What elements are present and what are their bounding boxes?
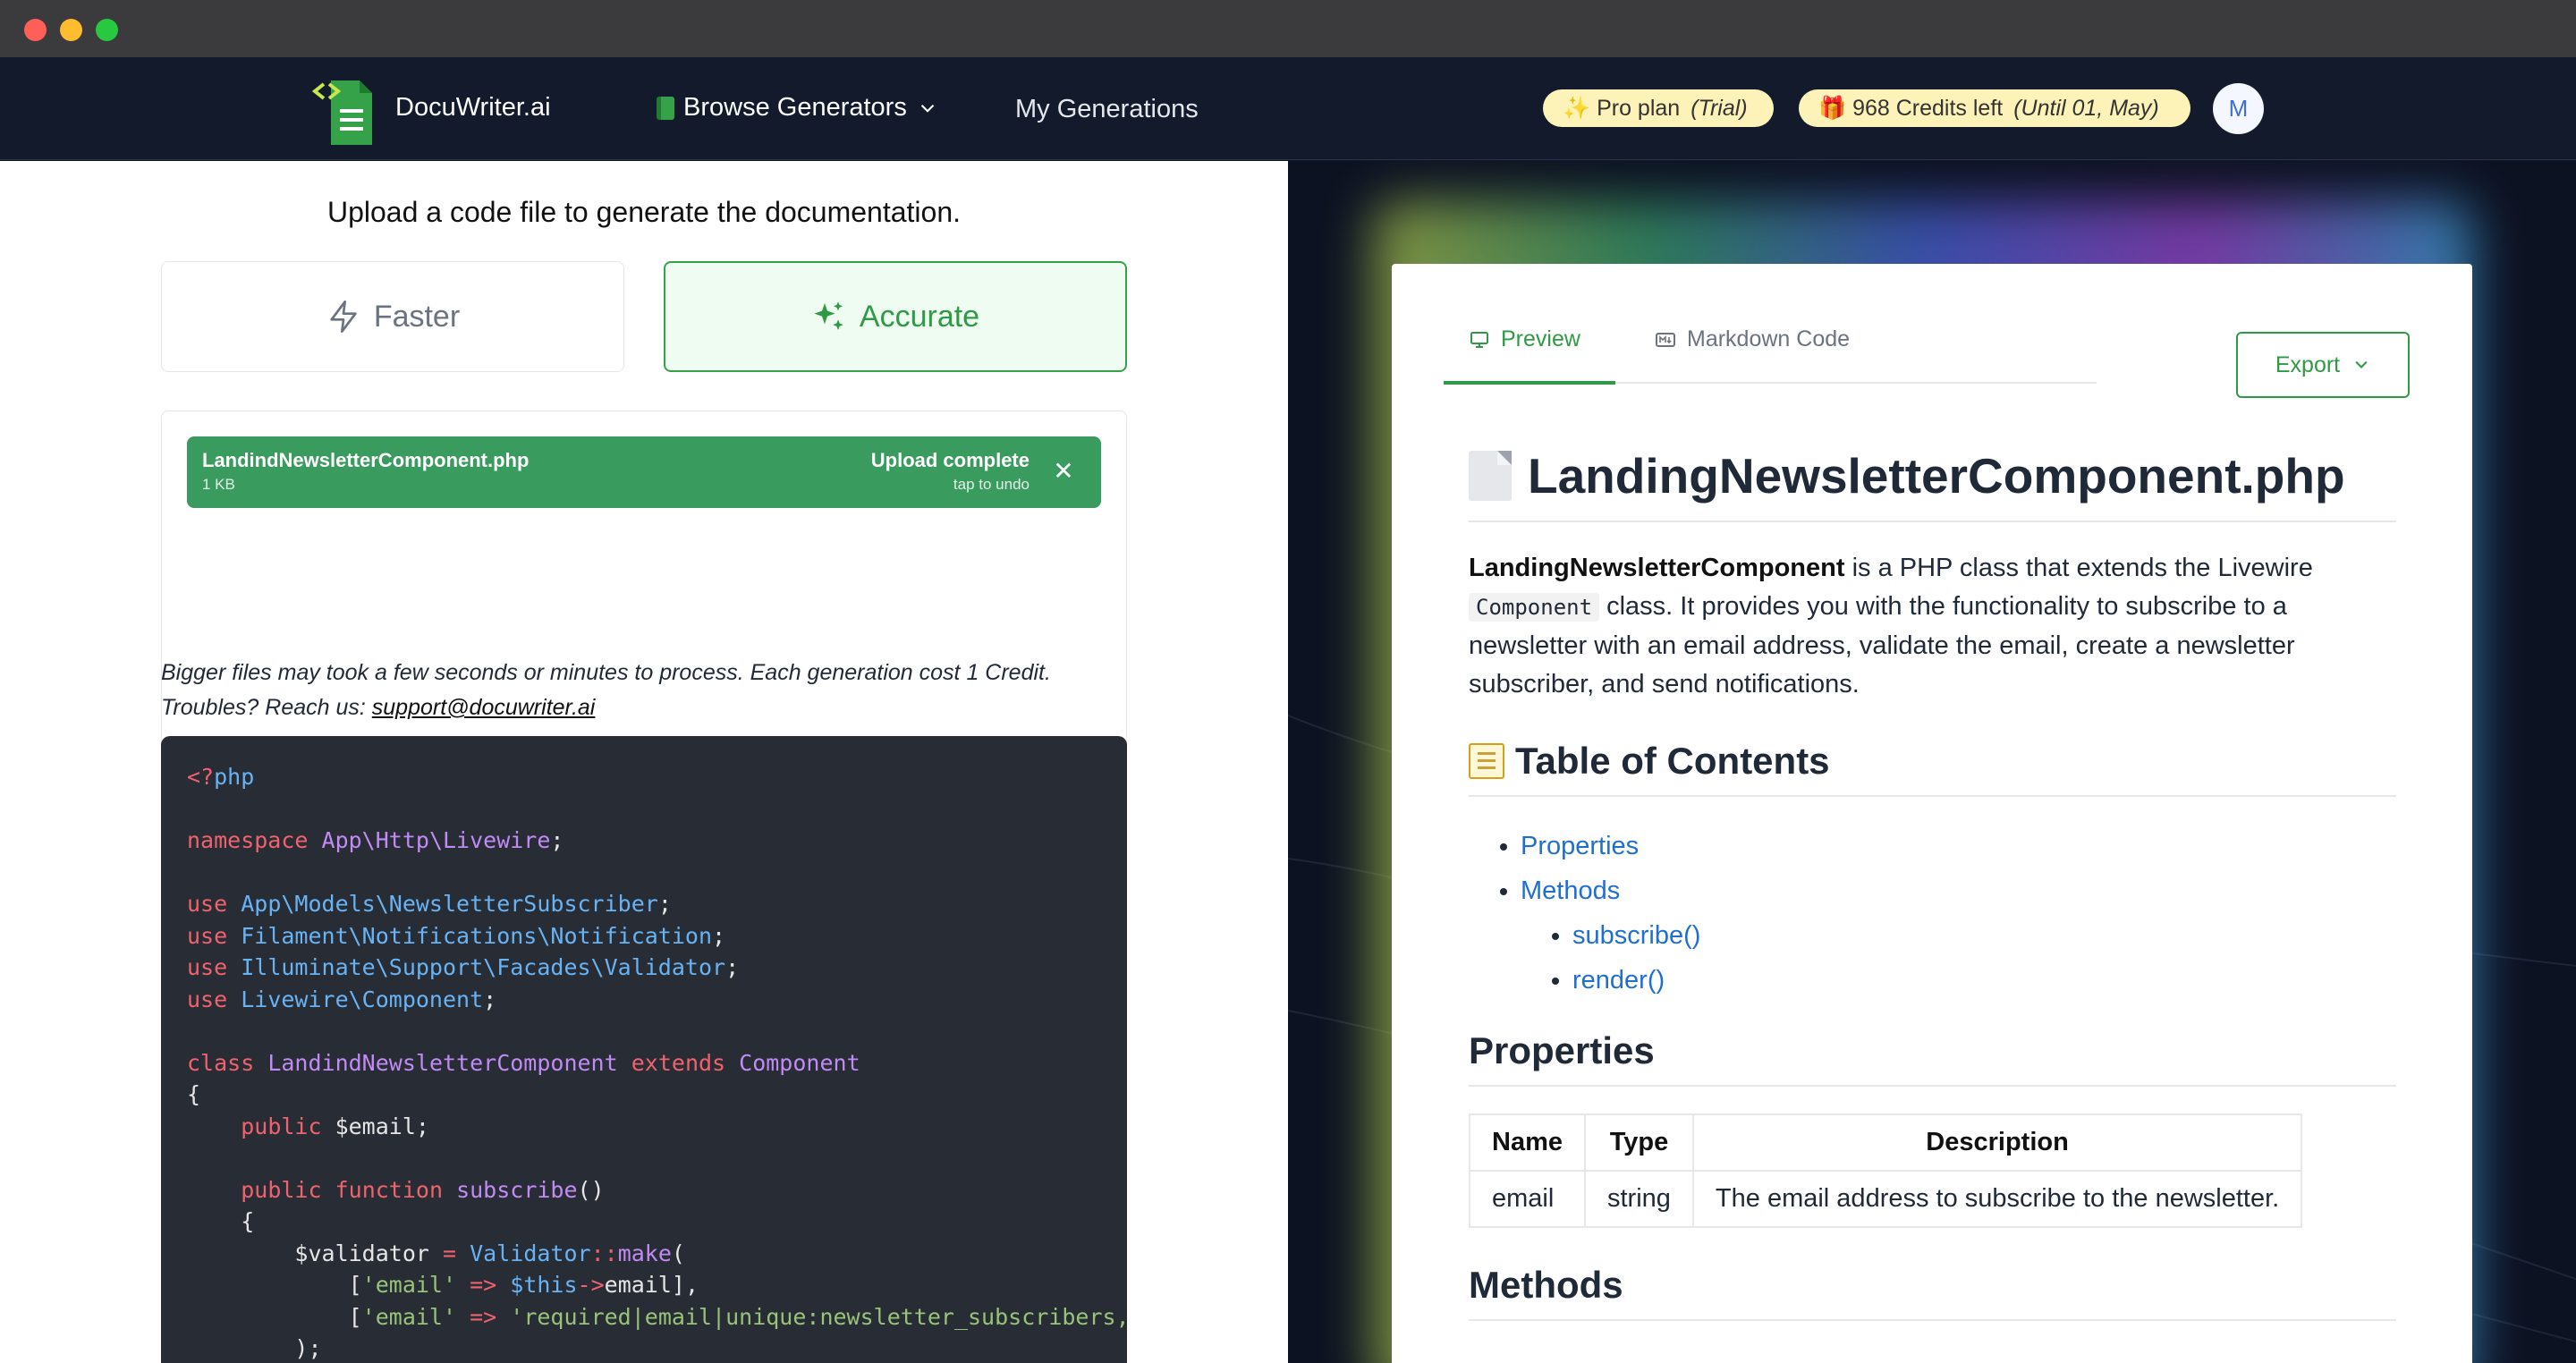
tab-markdown-code[interactable]: Markdown Code xyxy=(1655,326,1850,352)
methods-heading: Methods xyxy=(1469,1264,2396,1321)
toc-sublist: subscribe() render() xyxy=(1572,913,2396,1003)
pro-plan-label: ✨ Pro plan xyxy=(1563,95,1681,121)
active-tab-indicator xyxy=(1444,381,1615,385)
toc-link-subscribe[interactable]: subscribe() xyxy=(1572,921,1700,950)
user-avatar[interactable]: M xyxy=(2213,83,2264,134)
upload-panel: Upload a code file to generate the docum… xyxy=(0,161,1288,1363)
documentation-content: LandingNewsletterComponent.php LandingNe… xyxy=(1469,447,2396,1321)
preview-tabs: Preview Markdown Code xyxy=(1444,309,2097,385)
documentation-card: Preview Markdown Code Export LandingNews… xyxy=(1392,264,2472,1363)
table-header-row: Name Type Description xyxy=(1469,1113,2303,1172)
lightning-icon xyxy=(330,301,357,333)
credits-note: (Until 01, May) xyxy=(2013,95,2159,121)
support-email-link[interactable]: support@docuwriter.ai xyxy=(372,695,596,720)
support-prefix: Troubles? Reach us: xyxy=(161,695,372,720)
cell-name: email xyxy=(1469,1170,1586,1228)
toc-item: render() xyxy=(1572,958,2396,1003)
doc-title: LandingNewsletterComponent.php xyxy=(1469,447,2396,522)
toc-item: subscribe() xyxy=(1572,913,2396,958)
upload-title: Upload a code file to generate the docum… xyxy=(326,196,962,228)
doc-title-text: LandingNewsletterComponent.php xyxy=(1528,448,2345,504)
memo-icon xyxy=(1469,743,1504,779)
file-size: 1 KB xyxy=(202,476,235,493)
undo-hint[interactable]: tap to undo xyxy=(953,476,1030,494)
toc-list: Properties Methods subscribe() render() xyxy=(1521,824,2396,1003)
toc-item: Properties xyxy=(1521,824,2396,868)
preview-panel: Preview Markdown Code Export LandingNews… xyxy=(1288,161,2576,1363)
my-generations-link[interactable]: My Generations xyxy=(1015,95,1199,124)
file-name: LandindNewsletterComponent.php xyxy=(202,449,530,471)
intro-inline-code: Component xyxy=(1469,593,1600,622)
tab-preview[interactable]: Preview xyxy=(1469,326,1580,352)
book-icon xyxy=(657,96,674,120)
doc-intro: LandingNewsletterComponent is a PHP clas… xyxy=(1469,549,2396,704)
upload-status: Upload complete xyxy=(870,449,1030,471)
credits-badge[interactable]: 🎁 968 Credits left (Until 01, May) xyxy=(1799,89,2190,127)
maximize-window-button[interactable] xyxy=(96,19,118,41)
faster-mode-button[interactable]: Faster xyxy=(161,261,624,372)
page-icon xyxy=(1469,451,1512,501)
table-row: email string The email address to subscr… xyxy=(1469,1170,2303,1228)
remove-file-icon[interactable]: ✕ xyxy=(1049,456,1078,485)
accurate-mode-button[interactable]: Accurate xyxy=(664,261,1127,372)
close-window-button[interactable] xyxy=(24,19,47,41)
code-viewer[interactable]: <?php namespace App\Http\Livewire; use A… xyxy=(161,736,1127,1363)
pro-plan-note: (Trial) xyxy=(1690,95,1748,121)
column-header-name: Name xyxy=(1469,1113,1586,1172)
window-titlebar xyxy=(0,0,2576,57)
properties-heading: Properties xyxy=(1469,1029,2396,1087)
cell-type: string xyxy=(1584,1170,1694,1228)
pro-plan-badge[interactable]: ✨ Pro plan (Trial) xyxy=(1543,89,1774,127)
column-header-type: Type xyxy=(1584,1113,1694,1172)
upload-note: Bigger files may took a few seconds or m… xyxy=(161,656,1163,725)
sparkles-icon xyxy=(814,301,843,330)
browse-generators-label: Browse Generators xyxy=(683,93,907,122)
faster-mode-label: Faster xyxy=(373,299,461,334)
brand-name[interactable]: DocuWriter.ai xyxy=(395,93,551,123)
properties-table: Name Type Description email string The e… xyxy=(1469,1113,2303,1228)
upload-note-line2: Troubles? Reach us: support@docuwriter.a… xyxy=(161,690,1163,725)
source-code: <?php namespace App\Http\Livewire; use A… xyxy=(187,764,1127,1361)
toc-link-properties[interactable]: Properties xyxy=(1521,832,1639,860)
tab-preview-label: Preview xyxy=(1501,326,1580,351)
column-header-description: Description xyxy=(1691,1113,2303,1172)
markdown-icon xyxy=(1656,332,1675,347)
toc-link-render[interactable]: render() xyxy=(1572,966,1665,995)
toc-heading: Table of Contents xyxy=(1469,740,2396,797)
export-button[interactable]: Export xyxy=(2236,332,2410,398)
intro-part1: is a PHP class that extends the Livewire xyxy=(1844,554,2313,582)
docuwriter-logo-icon[interactable] xyxy=(308,75,383,147)
toc-item: Methods subscribe() render() xyxy=(1521,868,2396,1003)
chevron-down-icon xyxy=(920,104,935,113)
minimize-window-button[interactable] xyxy=(60,19,82,41)
uploaded-file-item: LandindNewsletterComponent.php 1 KB Uplo… xyxy=(187,436,1101,508)
export-label: Export xyxy=(2275,351,2341,377)
upload-note-line1: Bigger files may took a few seconds or m… xyxy=(161,660,1051,685)
credits-label: 🎁 968 Credits left xyxy=(1818,95,2004,121)
accurate-mode-label: Accurate xyxy=(859,299,980,334)
chevron-down-icon xyxy=(2355,360,2368,368)
toc-heading-text: Table of Contents xyxy=(1515,740,1830,782)
toc-link-methods[interactable]: Methods xyxy=(1521,876,1620,905)
intro-class-name: LandingNewsletterComponent xyxy=(1469,554,1845,582)
monitor-icon xyxy=(1470,331,1488,348)
tab-markdown-label: Markdown Code xyxy=(1687,326,1851,351)
browse-generators-menu[interactable]: Browse Generators xyxy=(657,93,939,123)
cell-description: The email address to subscribe to the ne… xyxy=(1691,1170,2303,1228)
